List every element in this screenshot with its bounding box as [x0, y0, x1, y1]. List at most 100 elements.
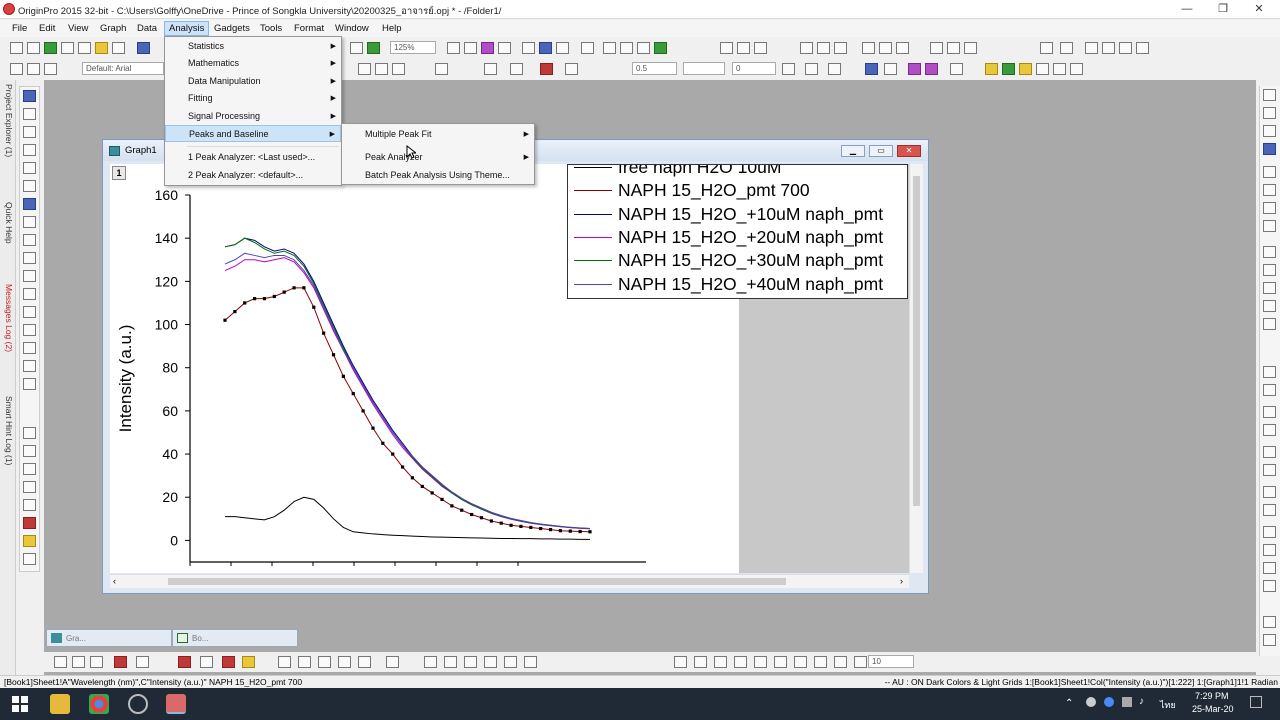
arrange-icon[interactable] — [884, 63, 897, 75]
right-tool-19-icon[interactable] — [1263, 464, 1276, 476]
menu-item-peak-analyzer-default[interactable]: 2 Peak Analyzer: <default>... — [165, 167, 341, 184]
arrow-shape-4-icon[interactable] — [794, 656, 807, 668]
ungroup-icon[interactable] — [464, 656, 477, 668]
language-indicator[interactable]: ไทย — [1160, 698, 1176, 712]
graph-restore-button[interactable]: ▭ — [869, 145, 893, 157]
app-icon-4[interactable] — [1036, 63, 1049, 75]
column-plot-icon[interactable] — [800, 42, 813, 54]
line-plot-icon[interactable] — [54, 656, 67, 668]
messages-log-tab[interactable]: Messages Log (2) — [1, 284, 14, 352]
windows-start-icon[interactable] — [10, 694, 30, 714]
scroll-right-arrow-icon[interactable]: › — [900, 576, 903, 586]
timestamp-icon[interactable] — [23, 517, 36, 529]
right-tool-12-icon[interactable] — [1263, 300, 1276, 312]
menu-gadgets[interactable]: Gadgets — [210, 22, 254, 35]
results-log-icon[interactable] — [498, 42, 511, 54]
menu-graph[interactable]: Graph — [96, 22, 130, 35]
line-color-icon[interactable] — [540, 63, 553, 75]
legend[interactable]: free naph H2O 10uM NAPH 15_H2O_pmt 700 NAP… — [567, 164, 908, 299]
code-builder-icon[interactable] — [481, 42, 494, 54]
g-icon[interactable] — [1040, 42, 1053, 54]
prev-sheet-icon[interactable] — [1102, 42, 1115, 54]
menu-analysis[interactable]: Analysis — [164, 21, 210, 36]
column-icon[interactable] — [114, 656, 127, 668]
move-icon[interactable] — [908, 63, 921, 75]
maximize-button[interactable]: ❐ — [1206, 0, 1240, 19]
origin-taskbar-icon[interactable] — [166, 694, 186, 714]
last-sheet-icon[interactable] — [1136, 42, 1149, 54]
filter-icon[interactable] — [862, 42, 875, 54]
back-icon[interactable] — [504, 656, 517, 668]
battery-icon[interactable] — [1122, 697, 1132, 707]
menu-item-peaks-and-baseline[interactable]: Peaks and Baseline ▶ — [165, 125, 341, 142]
hand-tool-icon[interactable] — [23, 324, 36, 336]
paste-icon[interactable] — [44, 63, 57, 75]
right-tool-9-icon[interactable] — [1263, 246, 1276, 258]
surface-icon[interactable] — [222, 656, 235, 668]
line-value-select[interactable]: 0 — [732, 62, 776, 75]
right-tool-3-icon[interactable] — [1263, 125, 1276, 137]
order-icon[interactable] — [524, 656, 537, 668]
region-tool-icon[interactable] — [23, 216, 36, 228]
clock-date[interactable]: 25-Mar-20 — [1192, 704, 1234, 714]
group-icon[interactable] — [444, 656, 457, 668]
right-tool-10-icon[interactable] — [1263, 264, 1276, 276]
date-stamp-icon[interactable] — [23, 499, 36, 511]
align-icon[interactable] — [392, 63, 405, 75]
app-icon-1[interactable] — [985, 63, 998, 75]
onedrive-icon[interactable] — [1086, 697, 1096, 707]
grid-icon[interactable] — [828, 63, 841, 75]
x-axis-icon[interactable] — [930, 42, 943, 54]
mask-tool-icon[interactable] — [23, 198, 36, 210]
distribute-icon[interactable] — [424, 656, 437, 668]
table-insert-icon[interactable] — [23, 553, 36, 565]
hatch-icon[interactable] — [782, 63, 795, 75]
right-tool-23-icon[interactable] — [1263, 544, 1276, 556]
minimize-button[interactable]: — — [1170, 0, 1204, 19]
rotate-tool-icon[interactable] — [23, 342, 36, 354]
right-tool-21-icon[interactable] — [1263, 504, 1276, 516]
copy-icon[interactable] — [27, 63, 40, 75]
histogram-icon[interactable] — [834, 42, 847, 54]
graph-horizontal-scrollbar[interactable]: ‹ › — [110, 574, 909, 588]
zoom-select[interactable]: 125% — [390, 41, 436, 54]
menu-item-peak-analyzer[interactable]: Peak Analyzer ▶ — [342, 149, 534, 166]
app-icon-3[interactable] — [1019, 63, 1032, 75]
volume-icon[interactable]: ♪ — [1139, 696, 1144, 707]
menu-item-data-manipulation[interactable]: Data Manipulation ▶ — [165, 73, 341, 90]
vertical-scroll-thumb[interactable] — [913, 176, 920, 506]
align-top-icon[interactable] — [338, 656, 351, 668]
graph-minimize-button[interactable]: ▁ — [841, 145, 865, 157]
open-template-icon[interactable] — [112, 42, 125, 54]
statistics-icon[interactable] — [754, 42, 767, 54]
right-tool-24-icon[interactable] — [1263, 562, 1276, 574]
image-tool-icon[interactable] — [23, 360, 36, 372]
menu-window[interactable]: Window — [331, 22, 373, 35]
right-tool-8-icon[interactable] — [1263, 220, 1276, 232]
menu-item-multiple-peak-fit[interactable]: Multiple Peak Fit ▶ — [342, 126, 534, 143]
print-icon[interactable] — [447, 42, 460, 54]
right-tool-16-icon[interactable] — [1263, 406, 1276, 418]
text-tool-icon[interactable] — [23, 252, 36, 264]
quick-help-tab[interactable]: Quick Help — [1, 202, 14, 244]
graph-vertical-scrollbar[interactable] — [909, 164, 923, 573]
right-tool-22-icon[interactable] — [1263, 526, 1276, 538]
draw-data-icon[interactable] — [23, 234, 36, 246]
first-sheet-icon[interactable] — [1085, 42, 1098, 54]
menu-edit[interactable]: Edit — [35, 22, 59, 35]
data-selector-icon[interactable] — [23, 180, 36, 192]
pattern-icon[interactable] — [510, 63, 523, 75]
app-icon-2[interactable] — [1002, 63, 1015, 75]
legend-tool-icon[interactable] — [23, 445, 36, 457]
polar-icon[interactable] — [200, 656, 213, 668]
scroll-left-arrow-icon[interactable]: ‹ — [113, 576, 116, 586]
right-tool-7-icon[interactable] — [1263, 202, 1276, 214]
filter-clear-icon[interactable] — [879, 42, 892, 54]
arrow-tool-icon[interactable] — [23, 270, 36, 282]
smart-hint-log-tab[interactable]: Smart Hint Log (1) — [1, 396, 14, 465]
align-bottom-icon[interactable] — [386, 656, 399, 668]
menu-help[interactable]: Help — [378, 22, 406, 35]
z-axis-icon[interactable] — [964, 42, 977, 54]
data-reader-icon[interactable] — [23, 144, 36, 156]
line-style-icon[interactable] — [565, 63, 578, 75]
